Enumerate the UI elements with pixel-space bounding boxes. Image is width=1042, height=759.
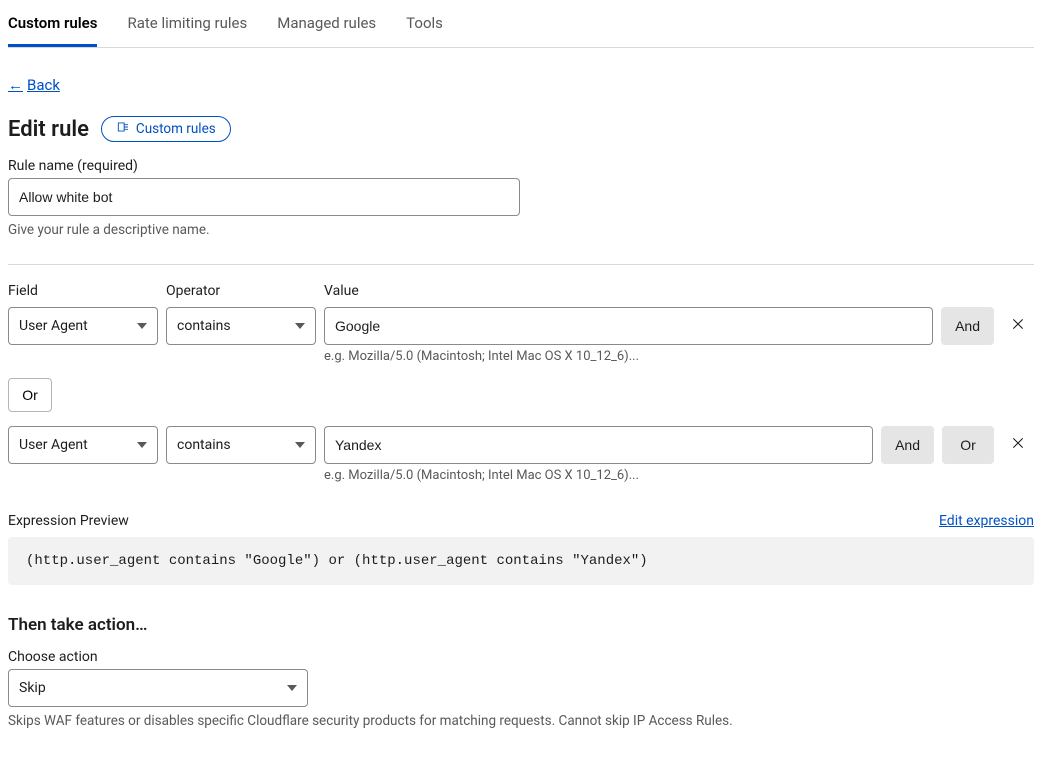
or-connector-button[interactable]: Or [8,378,52,412]
tab-custom-rules[interactable]: Custom rules [8,0,97,47]
caret-down-icon [137,323,147,329]
edit-expression-link[interactable]: Edit expression [939,513,1034,529]
expression-row: User Agent contains And Or [8,426,1034,464]
page-title: Edit rule [8,117,89,142]
and-button[interactable]: And [881,426,934,464]
rule-name-hint: Give your rule a descriptive name. [8,222,1034,238]
expression-columns-header: Field Operator Value [8,283,1034,303]
value-input[interactable] [324,426,873,464]
col-value: Value [324,283,1034,299]
action-select[interactable]: Skip [8,669,308,707]
value-hint: e.g. Mozilla/5.0 (Macintosh; Intel Mac O… [324,349,1034,364]
remove-row-button[interactable] [1002,426,1034,464]
arrow-left-icon: ← [8,76,23,94]
field-select[interactable]: User Agent [8,426,158,464]
caret-down-icon [137,442,147,448]
remove-row-button[interactable] [1002,307,1034,345]
caret-down-icon [295,442,305,448]
col-field: Field [8,283,158,299]
close-icon [1010,316,1026,336]
action-hint: Skips WAF features or disables specific … [8,713,1034,729]
operator-select[interactable]: contains [166,426,316,464]
or-button[interactable]: Or [942,426,994,464]
expression-preview-label: Expression Preview [8,513,129,529]
value-hint: e.g. Mozilla/5.0 (Macintosh; Intel Mac O… [324,468,1034,483]
rule-name-input[interactable] [8,178,520,216]
divider [8,264,1034,265]
close-icon [1010,435,1026,455]
caret-down-icon [287,685,297,691]
tab-tools[interactable]: Tools [406,0,443,47]
back-link[interactable]: ← Back [8,76,60,94]
operator-select[interactable]: contains [166,307,316,345]
tab-managed-rules[interactable]: Managed rules [277,0,376,47]
col-operator: Operator [166,283,316,299]
expression-row: User Agent contains And [8,307,1034,345]
expression-preview-code: (http.user_agent contains "Google") or (… [8,537,1034,585]
choose-action-label: Choose action [8,649,1034,665]
tabs-bar: Custom rules Rate limiting rules Managed… [8,0,1034,48]
and-button[interactable]: And [941,307,994,345]
tab-rate-limiting[interactable]: Rate limiting rules [127,0,247,47]
back-label: Back [27,76,60,94]
value-input[interactable] [324,307,933,345]
rules-icon [116,120,130,138]
badge-label: Custom rules [136,121,216,137]
rule-name-label: Rule name (required) [8,158,1034,174]
caret-down-icon [295,323,305,329]
field-select[interactable]: User Agent [8,307,158,345]
custom-rules-badge[interactable]: Custom rules [101,116,231,142]
then-take-action-heading: Then take action… [8,615,1034,635]
